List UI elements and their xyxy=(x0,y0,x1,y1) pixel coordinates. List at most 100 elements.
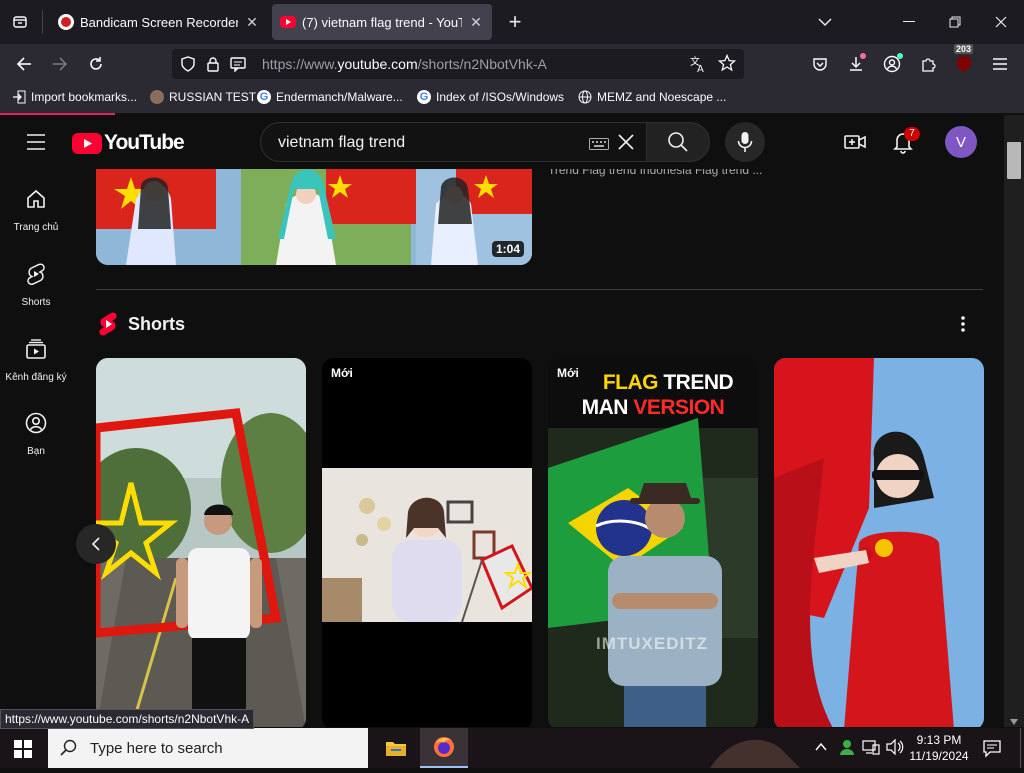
section-divider xyxy=(96,289,983,290)
search-icon xyxy=(60,739,77,756)
clear-search-icon[interactable] xyxy=(617,133,635,156)
bookmark-label: Index of /ISOs/Windows xyxy=(436,90,565,104)
tracking-protection-icon[interactable] xyxy=(180,56,196,77)
tab-list-icon[interactable] xyxy=(6,8,34,36)
action-center-icon[interactable] xyxy=(982,738,1002,763)
youtube-logo[interactable]: YouTube xyxy=(72,131,185,155)
close-window-button[interactable] xyxy=(986,8,1016,36)
new-tab-button[interactable]: + xyxy=(500,8,530,36)
bookmark-label: Import bookmarks... xyxy=(31,90,138,104)
clock-time: 9:13 PM xyxy=(916,733,962,747)
bookmark-russian-test[interactable]: RUSSIAN TEST xyxy=(150,90,256,104)
home-icon xyxy=(27,189,45,208)
bookmark-endermanch[interactable]: G Endermanch/Malware... xyxy=(257,90,403,104)
list-all-tabs-icon[interactable] xyxy=(810,8,840,36)
forward-button[interactable] xyxy=(46,50,74,78)
carousel-previous-button[interactable] xyxy=(76,524,116,564)
lock-icon[interactable] xyxy=(206,56,220,77)
youtube-logo-text: YouTube xyxy=(104,131,185,154)
network-icon[interactable] xyxy=(862,739,880,760)
ublock-icon[interactable]: 203 xyxy=(950,44,978,78)
volume-icon[interactable] xyxy=(886,738,904,760)
globe-icon xyxy=(578,90,592,104)
short-card[interactable]: Mới FLAG TREND MAN VERSION IMTUXEDITZ xyxy=(548,358,758,727)
scrollbar-thumb[interactable] xyxy=(1007,142,1021,179)
show-desktop-button[interactable] xyxy=(1020,728,1024,768)
page-scrollbar[interactable] xyxy=(1004,115,1024,727)
taskbar-search-box[interactable]: Type here to search xyxy=(48,728,368,768)
notification-count-badge: 7 xyxy=(904,127,920,141)
start-button[interactable] xyxy=(14,740,32,763)
guide-item-subscriptions[interactable]: Kênh đăng ký xyxy=(0,337,72,383)
file-explorer-button[interactable] xyxy=(376,728,416,768)
url-bar[interactable]: https://www.youtube.com/shorts/n2NbotVhk… xyxy=(172,49,744,79)
folder-icon xyxy=(386,742,406,756)
url-prefix: https://www. xyxy=(262,56,338,72)
keyboard-icon[interactable] xyxy=(589,137,609,155)
search-button[interactable] xyxy=(646,122,710,162)
close-tab-icon[interactable]: ✕ xyxy=(244,14,260,31)
new-badge: Mới xyxy=(331,366,353,380)
show-hidden-icons[interactable] xyxy=(814,740,828,759)
pocket-icon[interactable] xyxy=(806,50,834,78)
scroll-down-icon[interactable] xyxy=(1009,713,1019,727)
more-options-icon[interactable] xyxy=(954,313,972,335)
tab-youtube[interactable]: (7) vietnam flag trend - YouTub ✕ xyxy=(272,4,492,40)
url-domain: youtube.com xyxy=(337,56,418,72)
reload-button[interactable] xyxy=(82,50,110,78)
short-title-overlay: FLAG TREND MAN VERSION xyxy=(548,370,758,420)
google-favicon-icon: G xyxy=(417,90,431,104)
link-status-url: https://www.youtube.com/shorts/n2NbotVhk… xyxy=(0,709,255,729)
create-button[interactable] xyxy=(843,130,867,159)
bookmark-star-icon[interactable] xyxy=(717,53,737,77)
you-icon xyxy=(25,412,47,434)
search-icon xyxy=(668,132,688,152)
close-tab-icon[interactable]: ✕ xyxy=(468,14,484,31)
overlay-word: FLAG xyxy=(602,371,659,394)
bookmark-label: MEMZ and Noescape ... xyxy=(597,90,727,104)
clock[interactable]: 9:13 PM 11/19/2024 xyxy=(908,732,970,764)
guide-item-you[interactable]: Bạn xyxy=(0,411,72,457)
bookmark-import[interactable]: Import bookmarks... xyxy=(12,90,137,104)
search-query-text: vietnam flag trend xyxy=(278,134,406,151)
tab-title: (7) vietnam flag trend - YouTub xyxy=(302,14,462,30)
hamburger-menu-icon[interactable] xyxy=(24,130,48,159)
browser-nav-bar: https://www.youtube.com/shorts/n2NbotVhk… xyxy=(0,44,1024,84)
permissions-icon[interactable] xyxy=(230,56,246,77)
bookmark-memz[interactable]: MEMZ and Noescape ... xyxy=(578,90,726,104)
sync-dot-icon xyxy=(897,53,903,59)
search-input[interactable]: vietnam flag trend xyxy=(260,122,648,162)
video-thumbnail[interactable]: 1:04 xyxy=(96,169,532,265)
menu-icon[interactable] xyxy=(986,50,1014,78)
bookmarks-toolbar: Import bookmarks... RUSSIAN TEST G Ender… xyxy=(0,84,1024,114)
url-text[interactable]: https://www.youtube.com/shorts/n2NbotVhk… xyxy=(262,56,547,72)
short-card[interactable] xyxy=(774,358,984,727)
voice-search-button[interactable] xyxy=(725,122,765,162)
tab-bandicam[interactable]: Bandicam Screen Recorder Dow ✕ xyxy=(50,4,268,40)
short-card[interactable]: Mới xyxy=(322,358,532,727)
user-status-icon[interactable] xyxy=(838,738,856,761)
browser-tab-bar: Bandicam Screen Recorder Dow ✕ (7) vietn… xyxy=(0,0,1024,44)
import-icon xyxy=(12,90,26,104)
firefox-icon xyxy=(434,737,454,757)
restore-button[interactable] xyxy=(940,8,970,36)
guide-label: Bạn xyxy=(27,446,45,457)
downloads-icon[interactable] xyxy=(842,50,870,78)
firefox-taskbar-button[interactable] xyxy=(420,728,468,768)
extensions-icon[interactable] xyxy=(914,50,942,78)
bookmark-index-isos[interactable]: G Index of /ISOs/Windows xyxy=(417,90,564,104)
account-icon[interactable] xyxy=(878,50,906,78)
notifications-button[interactable]: 7 xyxy=(891,127,920,160)
short-card[interactable] xyxy=(96,358,306,727)
guide-item-shorts[interactable]: Shorts xyxy=(0,262,72,308)
youtube-favicon-icon xyxy=(280,16,296,28)
microphone-icon xyxy=(737,132,753,152)
subscriptions-icon xyxy=(26,339,46,359)
watermark-text: IMTUXEDITZ xyxy=(596,634,708,653)
back-button[interactable] xyxy=(10,50,38,78)
guide-item-home[interactable]: Trang chủ xyxy=(0,187,72,233)
google-favicon-icon: G xyxy=(257,90,271,104)
avatar[interactable]: V xyxy=(945,126,977,158)
minimize-button[interactable] xyxy=(894,8,924,36)
translate-icon[interactable]: 文A xyxy=(690,55,708,77)
